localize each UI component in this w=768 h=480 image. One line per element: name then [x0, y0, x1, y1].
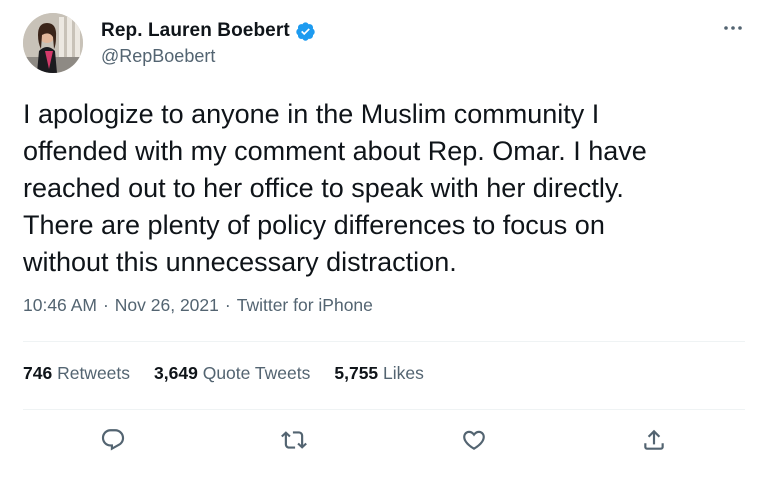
tweet-source[interactable]: Twitter for iPhone — [237, 295, 373, 316]
more-icon[interactable] — [720, 18, 746, 38]
user-handle[interactable]: @RepBoebert — [101, 46, 215, 67]
meta-separator: · — [224, 295, 231, 315]
tweet-time[interactable]: 10:46 AM — [23, 295, 97, 316]
likes-stat[interactable]: 5,755 Likes — [334, 363, 424, 384]
display-name[interactable]: Rep. Lauren Boebert — [101, 20, 290, 42]
likes-count: 5,755 — [334, 363, 379, 383]
tweet-text-line: reached out to her office to speak with … — [23, 173, 624, 203]
retweets-count: 746 — [23, 363, 53, 383]
tweet-text-line: There are plenty of policy differences t… — [23, 210, 605, 240]
share-icon[interactable] — [640, 426, 668, 454]
tweet-card: Rep. Lauren Boebert @RepBoebert I apolog… — [0, 0, 768, 480]
retweets-stat[interactable]: 746 Retweets — [23, 363, 130, 384]
tweet-date[interactable]: Nov 26, 2021 — [115, 295, 219, 316]
meta-separator: · — [102, 295, 109, 315]
author-name-row: Rep. Lauren Boebert — [101, 20, 316, 42]
divider — [23, 341, 745, 342]
likes-label: Likes — [383, 363, 424, 383]
tweet-meta: 10:46 AM · Nov 26, 2021 · Twitter for iP… — [23, 295, 373, 316]
tweet-actions — [0, 420, 768, 460]
retweet-icon[interactable] — [280, 426, 308, 454]
avatar[interactable] — [23, 13, 83, 73]
tweet-text: I apologize to anyone in the Muslim comm… — [23, 96, 753, 281]
verified-badge-icon — [295, 21, 316, 42]
divider — [23, 409, 745, 410]
tweet-text-line: offended with my comment about Rep. Omar… — [23, 136, 647, 166]
quote-tweets-label: Quote Tweets — [202, 363, 311, 383]
tweet-text-line: I apologize to anyone in the Muslim comm… — [23, 99, 600, 129]
quote-tweets-stat[interactable]: 3,649 Quote Tweets — [154, 363, 310, 384]
tweet-text-line: without this unnecessary distraction. — [23, 247, 457, 277]
like-icon[interactable] — [460, 426, 488, 454]
tweet-stats: 746 Retweets 3,649 Quote Tweets 5,755 Li… — [23, 363, 448, 384]
quote-tweets-count: 3,649 — [154, 363, 198, 383]
reply-icon[interactable] — [99, 426, 127, 454]
avatar-image — [23, 13, 83, 73]
retweets-label: Retweets — [57, 363, 131, 383]
